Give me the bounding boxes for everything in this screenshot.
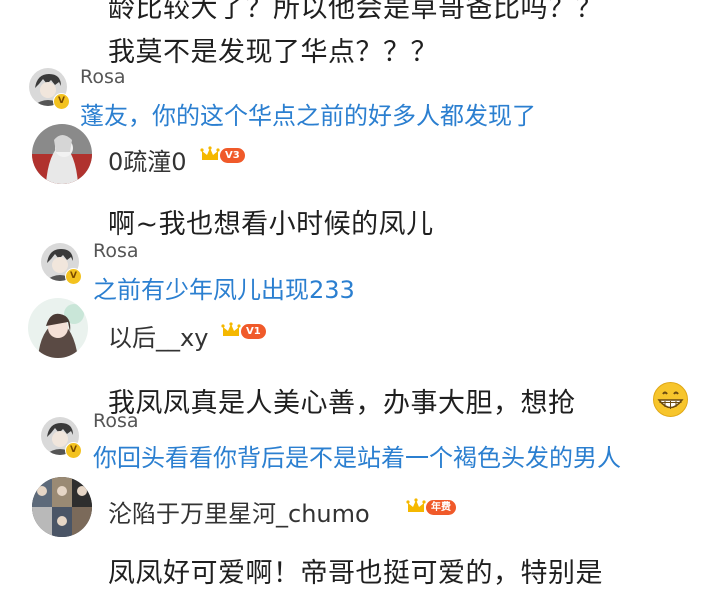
- reply-text: 之前有少年凤儿出现233: [93, 276, 355, 304]
- comment-text: 啊~我也想看小时候的凤儿: [108, 209, 434, 240]
- verified-icon: V: [65, 268, 82, 285]
- crown-icon: [221, 322, 241, 336]
- user-avatar[interactable]: [32, 477, 92, 537]
- reply-text: 你回头看看你背后是不是站着一个褐色头发的男人: [93, 444, 621, 472]
- comment-text-line: 我莫不是发现了华点？？？: [108, 37, 438, 68]
- comment-username[interactable]: 0疏潼0: [108, 142, 187, 177]
- level-label: 年费: [426, 499, 456, 515]
- vip-level-badge: V3: [200, 146, 245, 164]
- vip-level-badge: V1: [221, 322, 266, 340]
- comment-text-line: 龄比较大了？所以他会是草哥爸比吗？？: [108, 0, 603, 24]
- reply-text: 蓬友，你的这个华点之前的好多人都发现了: [80, 102, 536, 130]
- grinning-face-emoji-icon: [652, 381, 689, 418]
- user-avatar[interactable]: [32, 124, 92, 184]
- user-avatar[interactable]: [28, 298, 88, 358]
- reply-username[interactable]: Rosa: [93, 410, 139, 432]
- verified-icon: V: [65, 442, 82, 459]
- crown-icon: [200, 146, 220, 160]
- level-label: V1: [241, 323, 266, 339]
- comment-text: 凤凤好可爱啊！帝哥也挺可爱的，特别是: [108, 558, 603, 589]
- crown-icon: [406, 498, 426, 512]
- comment-username[interactable]: 以后__xy: [108, 318, 208, 353]
- comment-username[interactable]: 沦陷于万里星河_chumo: [108, 494, 370, 529]
- reply-username[interactable]: Rosa: [93, 240, 139, 262]
- level-label: V3: [220, 147, 245, 163]
- comment-text: 我凤凤真是人美心善，办事大胆，想抢: [108, 388, 576, 419]
- verified-icon: V: [53, 93, 70, 110]
- reply-username[interactable]: Rosa: [80, 66, 126, 88]
- vip-level-badge: 年费: [406, 498, 456, 516]
